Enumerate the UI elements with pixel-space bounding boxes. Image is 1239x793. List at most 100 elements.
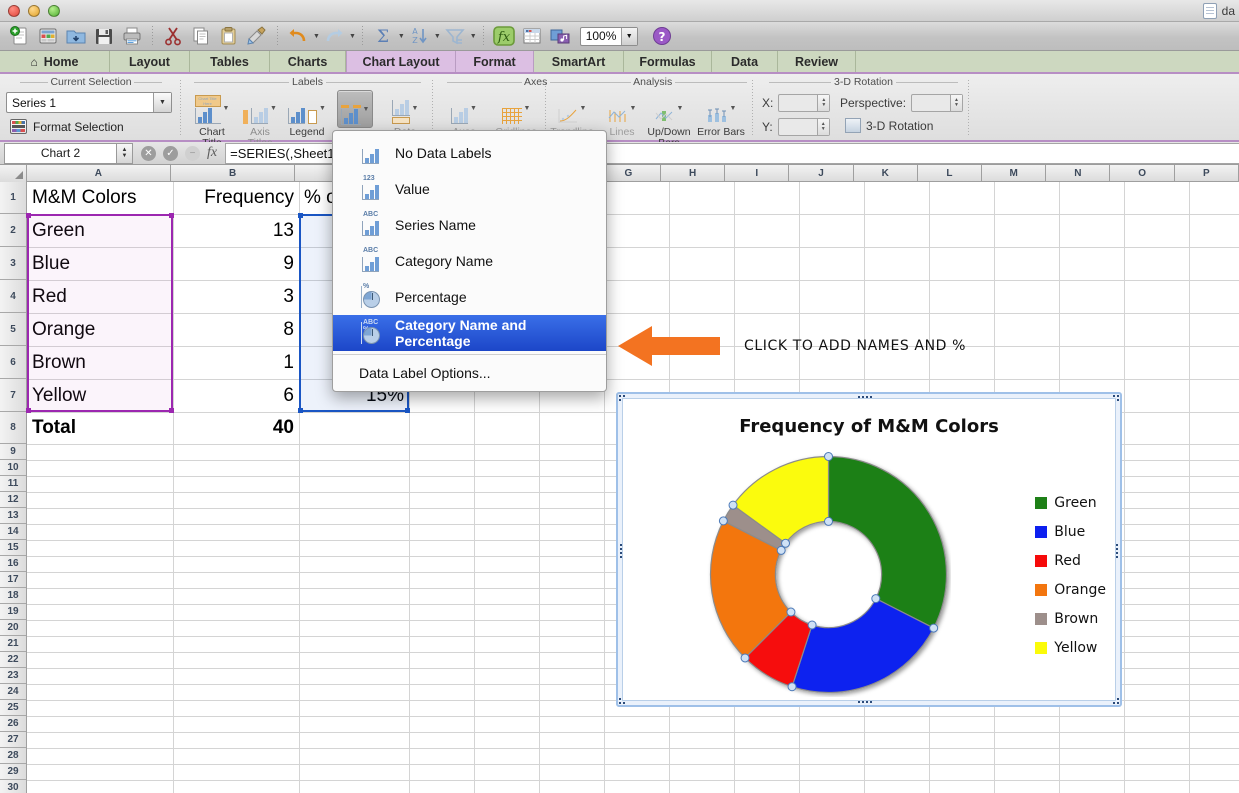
chevron-down-icon[interactable]: ▼ xyxy=(153,93,171,112)
rotation-x-input[interactable]: ▲ ▼ xyxy=(778,94,831,112)
cell-B7[interactable]: 6 xyxy=(173,379,299,412)
row-header-13[interactable]: 13 xyxy=(0,508,26,524)
undo-chevron-down-icon[interactable]: ▼ xyxy=(313,33,320,40)
paste-icon[interactable] xyxy=(215,23,243,49)
chart-legend[interactable]: Green Blue Red Orange Brown Yellow xyxy=(1035,495,1106,656)
legend-chevron-down-icon[interactable]: ▼ xyxy=(319,105,326,112)
cell-B6[interactable]: 1 xyxy=(173,346,299,379)
tab-data[interactable]: Data xyxy=(712,51,778,72)
error-bars-button[interactable]: ▼ Error Bars xyxy=(692,90,750,138)
select-all-corner[interactable] xyxy=(0,165,27,182)
formula-builder-toggle-icon[interactable]: − xyxy=(185,145,200,161)
tab-smartart[interactable]: SmartArt xyxy=(534,51,624,72)
row-header-27[interactable]: 27 xyxy=(0,732,26,748)
cut-icon[interactable] xyxy=(159,23,187,49)
open-icon[interactable] xyxy=(62,23,90,49)
format-selection-button[interactable]: Format Selection xyxy=(10,119,124,134)
row-header-24[interactable]: 24 xyxy=(0,684,26,700)
rotation-y-input[interactable]: ▲ ▼ xyxy=(777,118,830,136)
row-header-9[interactable]: 9 xyxy=(0,444,26,460)
sheet-icon[interactable] xyxy=(518,23,546,49)
tab-charts[interactable]: Charts xyxy=(270,51,346,72)
filter-chevron-down-icon[interactable]: ▼ xyxy=(470,33,477,40)
column-header-I[interactable]: I xyxy=(725,165,790,182)
column-header-K[interactable]: K xyxy=(854,165,918,182)
chart-title-button[interactable]: Chart Title Here ▼ ChartTitle xyxy=(188,90,236,149)
cell-B5[interactable]: 8 xyxy=(173,313,299,346)
trendline-chevron-down-icon[interactable]: ▼ xyxy=(580,105,587,112)
row-header-6[interactable]: 6 xyxy=(0,346,26,379)
legend-button[interactable]: ▼ Legend xyxy=(283,90,331,138)
donut-chart[interactable] xyxy=(706,452,951,697)
rotation-x-stepper[interactable]: ▲ ▼ xyxy=(817,95,830,111)
column-header-H[interactable]: H xyxy=(661,165,726,182)
column-header-L[interactable]: L xyxy=(918,165,983,182)
row-header-28[interactable]: 28 xyxy=(0,748,26,764)
cell-A6[interactable]: Brown xyxy=(27,346,173,379)
tab-chart-layout[interactable]: Chart Layout xyxy=(346,51,456,72)
row-header-11[interactable]: 11 xyxy=(0,476,26,492)
series-handle[interactable] xyxy=(824,452,833,461)
column-header-P[interactable]: P xyxy=(1175,165,1239,182)
tab-home[interactable]: ⌂ Home xyxy=(0,51,110,72)
menu-item-value[interactable]: 123 Value xyxy=(333,171,606,207)
data-labels-chevron-down-icon[interactable]: ▼ xyxy=(363,106,370,113)
menu-item-category-name[interactable]: ABC Category Name xyxy=(333,243,606,279)
rotation-y-stepper[interactable]: ▲ ▼ xyxy=(816,119,829,135)
row-header-12[interactable]: 12 xyxy=(0,492,26,508)
row-header-30[interactable]: 30 xyxy=(0,780,26,793)
cell-A1[interactable]: M&M Colors xyxy=(27,182,173,214)
legend-item-brown[interactable]: Brown xyxy=(1035,611,1106,627)
series-handle[interactable] xyxy=(728,500,738,510)
axis-titles-button[interactable]: ▼ AxisTitles xyxy=(236,90,284,149)
cell-A4[interactable]: Red xyxy=(27,280,173,313)
filter-icon[interactable] xyxy=(441,23,469,49)
row-header-22[interactable]: 22 xyxy=(0,652,26,668)
menu-item-percentage[interactable]: % Percentage xyxy=(333,279,606,315)
name-box-stepper[interactable]: ▲ ▼ xyxy=(117,142,133,164)
cancel-icon[interactable]: ✕ xyxy=(141,145,156,161)
series-handle[interactable] xyxy=(781,538,791,548)
chart-handle-right[interactable] xyxy=(1116,544,1118,558)
row-header-10[interactable]: 10 xyxy=(0,460,26,476)
row-header-8[interactable]: 8 xyxy=(0,412,26,444)
up-down-bars-button[interactable]: ▼ Up/DownBars xyxy=(645,90,693,149)
chart-handle-top-left[interactable] xyxy=(619,395,628,404)
row-header-4[interactable]: 4 xyxy=(0,280,26,313)
chart-handle-bottom-left[interactable] xyxy=(619,695,628,704)
format-painter-icon[interactable] xyxy=(243,23,271,49)
row-header-7[interactable]: 7 xyxy=(0,379,26,412)
tab-format[interactable]: Format xyxy=(456,51,534,72)
column-header-B[interactable]: B xyxy=(171,165,296,182)
accept-icon[interactable]: ✓ xyxy=(163,145,178,161)
legend-item-red[interactable]: Red xyxy=(1035,553,1106,569)
cell-A3[interactable]: Blue xyxy=(27,247,173,280)
lines-chevron-down-icon[interactable]: ▼ xyxy=(630,105,637,112)
menu-item-category-name-and-percentage[interactable]: ABC % Category Name and Percentage xyxy=(333,315,606,351)
autosum-chevron-down-icon[interactable]: ▼ xyxy=(398,33,405,40)
formula-bar-actions[interactable]: ✕ ✓ − fx xyxy=(133,145,225,161)
row-header-26[interactable]: 26 xyxy=(0,716,26,732)
series-handle[interactable] xyxy=(871,594,881,604)
series-handle[interactable] xyxy=(807,620,817,630)
row-header-21[interactable]: 21 xyxy=(0,636,26,652)
cell-A7[interactable]: Yellow xyxy=(27,379,173,412)
chart-handle-bottom[interactable] xyxy=(858,701,872,703)
menu-item-series-name[interactable]: ABC Series Name xyxy=(333,207,606,243)
copy-icon[interactable] xyxy=(187,23,215,49)
series-handle[interactable] xyxy=(776,545,786,555)
up-down-bars-chevron-down-icon[interactable]: ▼ xyxy=(677,105,684,112)
zoom-button[interactable] xyxy=(48,5,60,17)
formula-builder-icon[interactable]: fx xyxy=(490,23,518,49)
column-headers[interactable]: A B C D E F G H I J K L M N O P xyxy=(0,165,1239,182)
cell-B1[interactable]: Frequency xyxy=(173,182,299,214)
chart-handle-left[interactable] xyxy=(620,544,622,558)
series-handle[interactable] xyxy=(740,653,750,663)
gridlines-chevron-down-icon[interactable]: ▼ xyxy=(524,105,531,112)
column-header-O[interactable]: O xyxy=(1110,165,1175,182)
open-recent-icon[interactable] xyxy=(34,23,62,49)
autosum-icon[interactable]: Σ xyxy=(369,23,397,49)
help-icon[interactable]: ? xyxy=(648,23,676,49)
name-box[interactable]: Chart 2 xyxy=(4,142,117,164)
row-header-25[interactable]: 25 xyxy=(0,700,26,716)
